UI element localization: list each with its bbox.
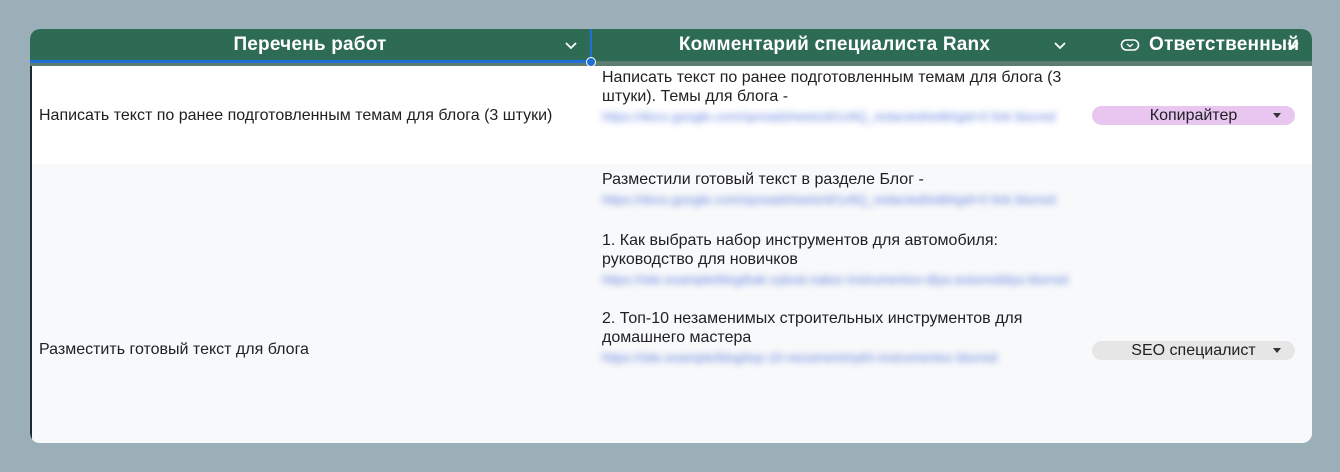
assignee-dropdown[interactable]: SEO специалист	[1092, 341, 1295, 360]
dropdown-type-icon	[1120, 39, 1140, 51]
column-header-assignee[interactable]: Ответственный	[1079, 29, 1312, 61]
dropdown-triangle-icon	[1273, 113, 1281, 118]
chevron-down-icon[interactable]	[1286, 38, 1300, 52]
selection-border	[30, 60, 593, 63]
comment-link[interactable]: https://docs.google.com/spreadsheets/d/1…	[602, 108, 1072, 126]
comment-link[interactable]: https://site.example/blog/top-10-nezamen…	[602, 349, 1072, 367]
column-header-tasks[interactable]: Перечень работ	[30, 29, 590, 61]
table-row[interactable]: Написать текст по ранее подготовленным т…	[30, 66, 1312, 164]
comment-cell[interactable]: Написать текст по ранее подготовленным т…	[602, 68, 1072, 126]
task-cell[interactable]: Разместить готовый текст для блога	[39, 341, 309, 359]
table-left-border	[30, 66, 32, 443]
table-row[interactable]: Разместить готовый текст для блога Разме…	[30, 164, 1312, 443]
comment-intro: Разместили готовый текст в разделе Блог …	[602, 171, 924, 188]
task-cell[interactable]: Написать текст по ранее подготовленным т…	[39, 107, 552, 125]
comment-text: Написать текст по ранее подготовленным т…	[602, 69, 1062, 105]
dropdown-triangle-icon	[1273, 348, 1281, 353]
comment-cell[interactable]: Разместили готовый текст в разделе Блог …	[602, 170, 1072, 367]
chevron-down-icon[interactable]	[564, 38, 578, 52]
column-title-tasks: Перечень работ	[233, 34, 387, 55]
column-header-comment[interactable]: Комментарий специалиста Ranx	[591, 29, 1078, 61]
column-title-assignee: Ответственный	[1149, 34, 1300, 55]
chevron-down-icon[interactable]	[1053, 38, 1067, 52]
comment-item: 2. Топ-10 незаменимых строительных инстр…	[602, 310, 1023, 346]
assignee-value: Копирайтер	[1149, 107, 1238, 124]
comment-item: 1. Как выбрать набор инструментов для ав…	[602, 232, 998, 268]
table-card: Перечень работ Комментарий специалиста R…	[30, 29, 1312, 443]
comment-link[interactable]: https://site.example/blog/kak-vybrat-nab…	[602, 271, 1072, 289]
column-title-comment: Комментарий специалиста Ranx	[678, 34, 991, 55]
comment-link[interactable]: https://docs.google.com/spreadsheets/d/1…	[602, 191, 1072, 209]
assignee-dropdown[interactable]: Копирайтер	[1092, 106, 1295, 125]
assignee-value: SEO специалист	[1131, 342, 1256, 359]
selection-handle[interactable]	[586, 57, 596, 67]
table-header: Перечень работ Комментарий специалиста R…	[30, 29, 1312, 66]
